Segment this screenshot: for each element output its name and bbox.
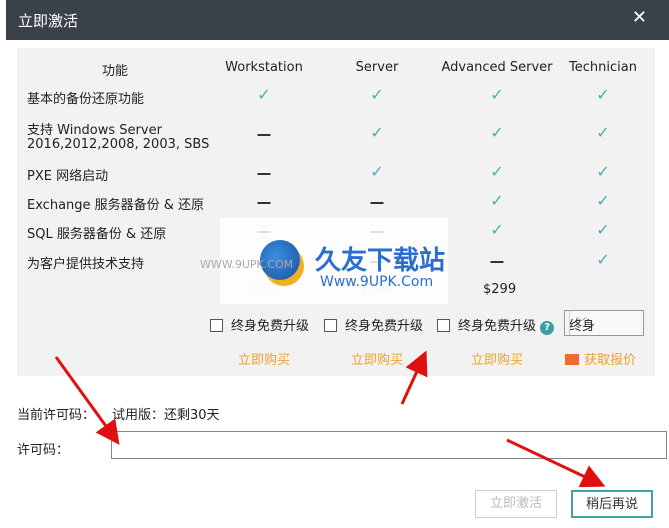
dash-icon: [257, 202, 271, 204]
close-icon[interactable]: ✕: [632, 7, 647, 28]
check-icon: ✓: [596, 220, 610, 239]
chat-icon: [565, 354, 579, 365]
check-icon: ✓: [490, 85, 504, 104]
check-icon: ✓: [370, 162, 384, 181]
feature-label: SQL 服务器备份 & 还原: [27, 227, 167, 242]
activate-button[interactable]: 立即激活: [475, 490, 557, 518]
price-advanced: $299: [483, 282, 517, 297]
upgrade-label: 终身免费升级: [458, 319, 537, 334]
check-icon: ✓: [596, 85, 610, 104]
column-header: Technician: [569, 60, 637, 75]
column-header: 功能: [101, 64, 129, 79]
feature-label: 支持 Windows Server: [27, 123, 162, 138]
feature-label-line2: 2016,2012,2008, 2003, SBS: [27, 137, 210, 152]
upgrade-label: 终身免费升级: [231, 319, 310, 334]
feature-label: 基本的备份还原功能: [27, 92, 145, 107]
check-icon: ✓: [596, 250, 610, 269]
column-header: Server: [355, 60, 399, 75]
current-license-label: 当前许可码：: [17, 408, 96, 423]
check-icon: ✓: [490, 220, 504, 239]
check-icon: ✓: [490, 191, 504, 210]
dash-icon: [370, 202, 384, 204]
check-icon: ✓: [370, 123, 384, 142]
check-icon: ✓: [490, 162, 504, 181]
upgrade-label: 终身免费升级: [345, 319, 424, 334]
quote-label: 获取报价: [584, 353, 637, 368]
watermark-url: Www.9UPK.Com: [320, 274, 434, 290]
license-code-input[interactable]: [111, 431, 667, 459]
feature-label: PXE 网络启动: [27, 169, 109, 184]
upgrade-checkbox-workstation[interactable]: 终身免费升级: [210, 315, 309, 334]
dash-icon: [490, 261, 504, 263]
get-quote-link[interactable]: 获取报价: [565, 349, 636, 368]
check-icon: ✓: [596, 123, 610, 142]
feature-label: 为客户提供技术支持: [27, 257, 145, 272]
later-button[interactable]: 稍后再说: [571, 490, 653, 518]
upgrade-checkbox-advanced[interactable]: 终身免费升级 ?: [437, 315, 555, 335]
title-bar: 立即激活 ✕: [6, 0, 669, 40]
check-icon: ✓: [257, 85, 271, 104]
license-term-select[interactable]: 终身 ﹀: [564, 310, 644, 336]
buy-server-link[interactable]: 立即购买: [351, 349, 403, 368]
watermark-logo: 久友下载站 Www.9UPK.Com WWW.9UPK.COM: [200, 218, 448, 304]
check-icon: ✓: [596, 162, 610, 181]
license-code-label: 许可码：: [17, 443, 70, 458]
feature-label: Exchange 服务器备份 & 还原: [27, 198, 205, 213]
help-icon[interactable]: ?: [540, 321, 555, 335]
check-icon: ✓: [596, 191, 610, 210]
watermark-side: WWW.9UPK.COM: [200, 258, 294, 271]
check-icon: ✓: [370, 85, 384, 104]
dash-icon: [257, 134, 271, 136]
column-header: Advanced Server: [441, 60, 553, 75]
window-title: 立即激活: [18, 12, 79, 30]
column-header: Workstation: [225, 60, 303, 75]
buy-workstation-link[interactable]: 立即购买: [238, 349, 290, 368]
check-icon: ✓: [490, 123, 504, 142]
current-license-value: 试用版：还剩30天: [112, 408, 220, 423]
buy-advanced-link[interactable]: 立即购买: [471, 349, 523, 368]
chevron-down-icon[interactable]: ﹀: [569, 311, 593, 335]
dash-icon: [257, 173, 271, 175]
watermark-title: 久友下载站: [315, 246, 446, 276]
upgrade-checkbox-server[interactable]: 终身免费升级: [324, 315, 423, 334]
